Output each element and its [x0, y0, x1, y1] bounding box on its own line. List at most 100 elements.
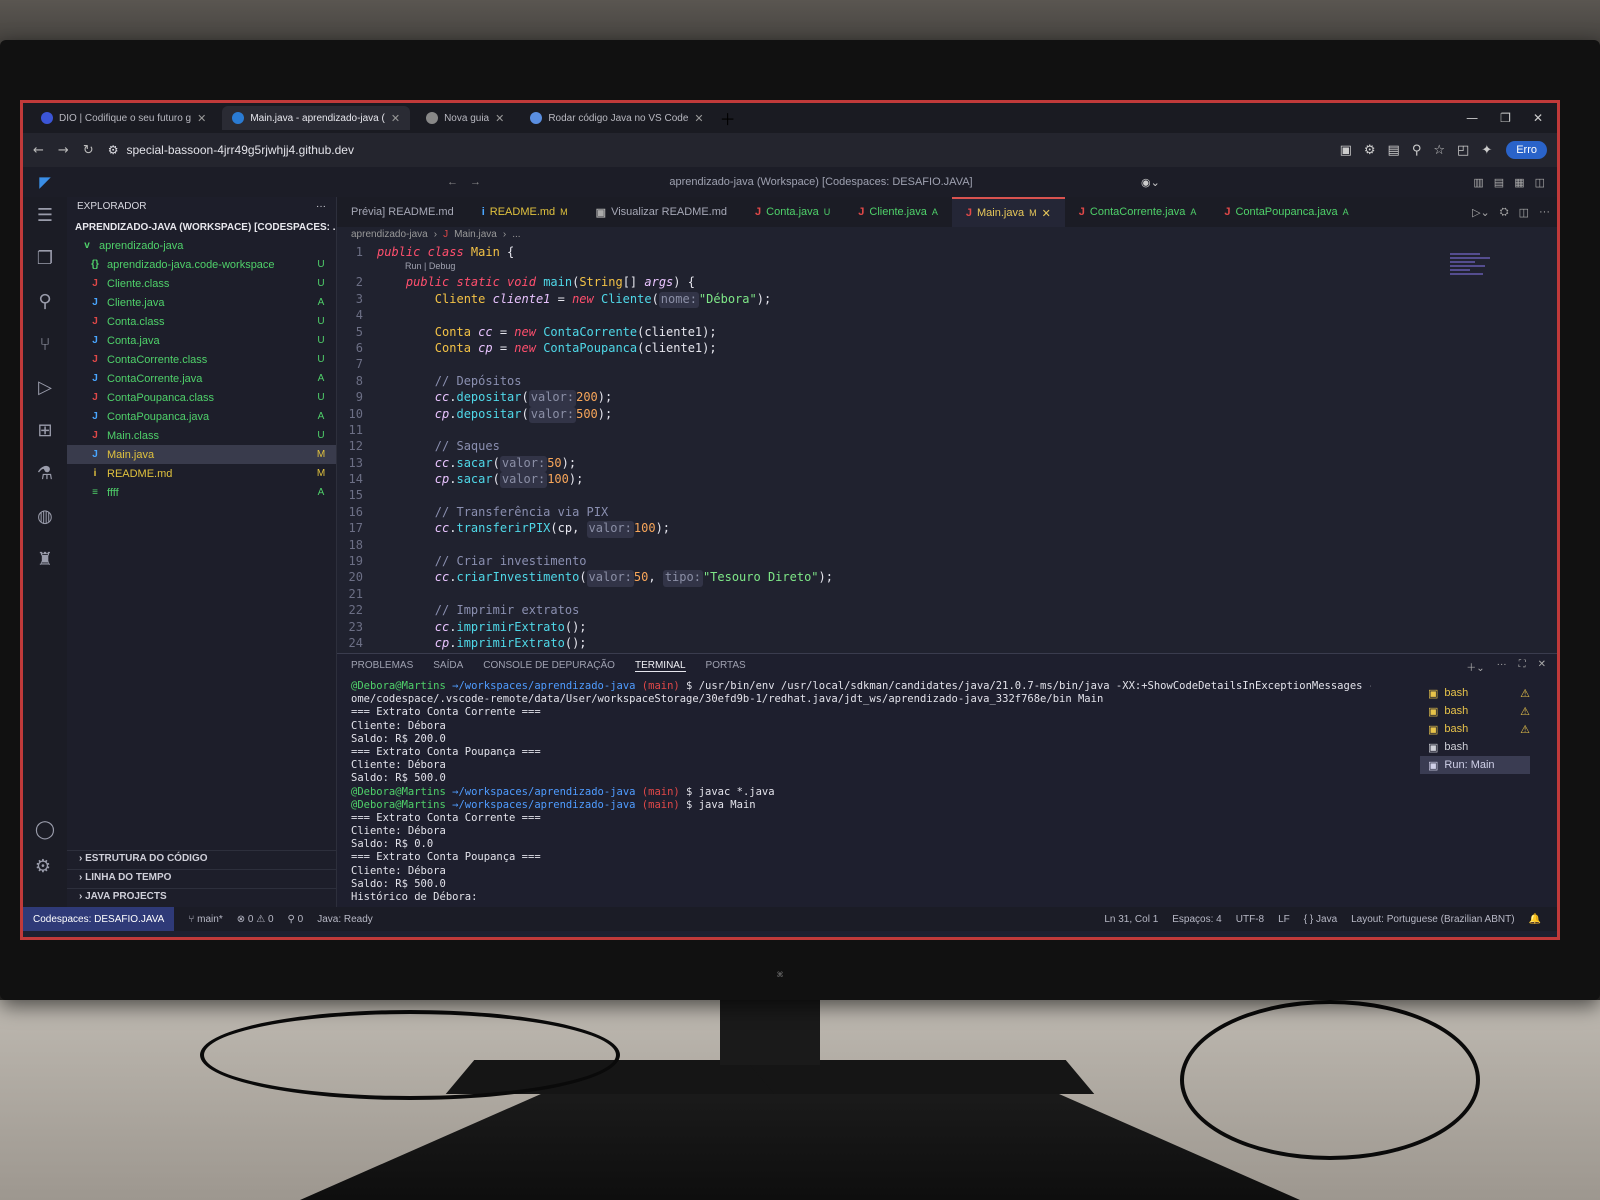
- reload-icon[interactable]: ↻: [83, 143, 94, 158]
- file-tree-item[interactable]: J Cliente.class U: [67, 274, 336, 293]
- encoding[interactable]: UTF-8: [1236, 914, 1264, 925]
- explorer-section-header[interactable]: › LINHA DO TEMPO: [67, 869, 336, 888]
- run-debug-icon[interactable]: ▷: [38, 377, 52, 398]
- breadcrumb-item[interactable]: aprendizado-java: [351, 229, 428, 243]
- terminal-instance[interactable]: ▣ bash: [1420, 738, 1530, 756]
- editor-tab[interactable]: Prévia] README.md: [337, 197, 468, 227]
- workspace-title[interactable]: APRENDIZADO-JAVA (WORKSPACE) [CODESPACES…: [67, 219, 336, 236]
- file-tree-item[interactable]: {} aprendizado-java.code-workspace U: [67, 255, 336, 274]
- file-tree-item[interactable]: v aprendizado-java: [67, 236, 336, 255]
- file-tree-item[interactable]: J ContaPoupanca.java A: [67, 407, 336, 426]
- terminal-instance[interactable]: ▣ bash ⚠: [1420, 720, 1530, 738]
- language-mode[interactable]: { } Java: [1304, 914, 1337, 925]
- indentation[interactable]: Espaços: 4: [1172, 914, 1221, 925]
- file-tree-item[interactable]: i README.md M: [67, 464, 336, 483]
- command-center[interactable]: aprendizado-java (Workspace) [Codespaces…: [611, 176, 1031, 188]
- close-tab-icon[interactable]: ✕: [391, 112, 400, 125]
- panel-tab[interactable]: SAÍDA: [433, 660, 463, 672]
- terminal-instance[interactable]: ▣ Run: Main: [1420, 756, 1530, 774]
- menu-icon[interactable]: ☰: [37, 205, 53, 226]
- problems-indicator[interactable]: ⊗ 0 ⚠ 0: [237, 914, 274, 925]
- maximize-panel-icon[interactable]: ⛶: [1519, 659, 1526, 674]
- file-tree-item[interactable]: J Main.class U: [67, 426, 336, 445]
- github-icon[interactable]: ◍: [37, 506, 53, 527]
- close-panel-icon[interactable]: ✕: [1538, 659, 1546, 674]
- extension-icon[interactable]: ⚙: [1364, 143, 1376, 158]
- terminal-instance[interactable]: ▣ bash ⚠: [1420, 702, 1530, 720]
- remote-indicator[interactable]: Codespaces: DESAFIO.JAVA: [23, 907, 175, 931]
- toggle-secondary-sidebar-icon[interactable]: ▦: [1514, 176, 1524, 189]
- extension-icon[interactable]: ▣: [1340, 143, 1352, 158]
- browser-tab[interactable]: Main.java - aprendizado-java (✕: [222, 106, 411, 130]
- keyboard-layout[interactable]: Layout: Portuguese (Brazilian ABNT): [1351, 914, 1514, 925]
- source-control-icon[interactable]: ⑂: [40, 334, 51, 355]
- code-editor[interactable]: 1 public class Main {Run | Debug 2 public …: [337, 245, 1557, 653]
- editor-tab[interactable]: J ContaPoupanca.java A: [1210, 197, 1362, 227]
- browser-tab[interactable]: Nova guia ✕: [416, 106, 514, 130]
- back-icon[interactable]: ←: [33, 143, 44, 158]
- explorer-section-header[interactable]: › JAVA PROJECTS: [67, 888, 336, 907]
- minimize-icon[interactable]: —: [1466, 111, 1478, 125]
- site-info-icon[interactable]: ⚙: [108, 143, 119, 157]
- browser-tab[interactable]: DIO | Codifique o seu futuro g ✕: [31, 106, 216, 130]
- customize-layout-icon[interactable]: ◫: [1535, 176, 1545, 189]
- extension-icon[interactable]: ✦: [1481, 143, 1492, 158]
- panel-tab[interactable]: CONSOLE DE DEPURAÇÃO: [483, 660, 615, 672]
- breadcrumb-item[interactable]: Main.java: [454, 229, 497, 243]
- toggle-sidebar-icon[interactable]: ▥: [1473, 176, 1483, 189]
- run-icon[interactable]: ▷⌄: [1472, 206, 1490, 219]
- remote-explorer-icon[interactable]: ♜: [37, 549, 53, 570]
- panel-tab[interactable]: TERMINAL: [634, 660, 686, 672]
- explorer-section-header[interactable]: › ESTRUTURA DO CÓDIGO: [67, 850, 336, 869]
- panel-tab[interactable]: PROBLEMAS: [351, 660, 413, 672]
- editor-tab[interactable]: J Cliente.java A: [844, 197, 952, 227]
- file-tree-item[interactable]: J Conta.java U: [67, 331, 336, 350]
- search-icon[interactable]: ⚲: [38, 291, 51, 312]
- extension-icon[interactable]: ▤: [1388, 143, 1400, 158]
- branch-indicator[interactable]: ⑂ main*: [188, 914, 222, 925]
- close-tab-icon[interactable]: ✕: [694, 112, 703, 125]
- explorer-icon[interactable]: ❐: [37, 248, 53, 269]
- run-debug-codelens[interactable]: Run | Debug: [337, 261, 1557, 275]
- account-icon[interactable]: ◯: [35, 819, 55, 840]
- new-terminal-icon[interactable]: ＋⌄: [1466, 659, 1484, 674]
- file-tree-item[interactable]: J ContaCorrente.class U: [67, 350, 336, 369]
- settings-gear-icon[interactable]: ⚙: [35, 856, 55, 877]
- panel-tab[interactable]: PORTAS: [706, 660, 746, 672]
- cursor-position[interactable]: Ln 31, Col 1: [1104, 914, 1158, 925]
- breadcrumb-item[interactable]: ...: [512, 229, 520, 243]
- browser-tab[interactable]: Rodar código Java no VS Code ✕: [520, 106, 713, 130]
- close-tab-icon[interactable]: ✕: [495, 112, 504, 125]
- terminal-instance[interactable]: ▣ bash ⚠: [1420, 684, 1530, 702]
- file-tree-item[interactable]: J ContaPoupanca.class U: [67, 388, 336, 407]
- nav-forward-icon[interactable]: →: [470, 176, 481, 188]
- more-actions-icon[interactable]: ···: [316, 201, 326, 215]
- file-tree-item[interactable]: J Cliente.java A: [67, 293, 336, 312]
- forward-icon[interactable]: →: [58, 143, 69, 158]
- terminal-more-icon[interactable]: ···: [1497, 659, 1507, 674]
- editor-tab[interactable]: i README.md M: [468, 197, 582, 227]
- profile-error-button[interactable]: Erro: [1506, 141, 1547, 159]
- file-tree-item[interactable]: J Conta.class U: [67, 312, 336, 331]
- split-editor-icon[interactable]: ◫: [1519, 206, 1529, 219]
- notifications-icon[interactable]: 🔔: [1529, 914, 1541, 925]
- new-tab-icon[interactable]: ＋: [720, 106, 736, 130]
- terminal-output[interactable]: @Debora@Martins →/workspaces/aprendizado…: [351, 680, 1371, 906]
- copilot-icon[interactable]: ◉⌄: [1141, 176, 1160, 189]
- editor-tab[interactable]: J Main.java M ✕: [951, 197, 1065, 227]
- file-tree-item[interactable]: ≡ ffff A: [67, 483, 336, 502]
- testing-icon[interactable]: ⚗: [37, 463, 53, 484]
- editor-tab[interactable]: J Conta.java U: [741, 197, 844, 227]
- extension-icon[interactable]: ◰: [1457, 143, 1469, 158]
- bookmark-star-icon[interactable]: ☆: [1433, 143, 1445, 158]
- nav-back-icon[interactable]: ←: [447, 176, 458, 188]
- line-ending[interactable]: LF: [1278, 914, 1290, 925]
- more-actions-icon[interactable]: ···: [1539, 206, 1550, 219]
- editor-tab[interactable]: J ContaCorrente.java A: [1065, 197, 1211, 227]
- editor-tab[interactable]: ▣ Visualizar README.md: [582, 197, 741, 227]
- debug-icon[interactable]: ⛭: [1500, 206, 1509, 219]
- close-tab-icon[interactable]: ✕: [1042, 207, 1051, 220]
- extensions-icon[interactable]: ⊞: [37, 420, 52, 441]
- minimap[interactable]: [1450, 251, 1500, 301]
- address-bar[interactable]: ⚙ special-bassoon-4jrr49g5rjwhjj4.github…: [108, 143, 1326, 157]
